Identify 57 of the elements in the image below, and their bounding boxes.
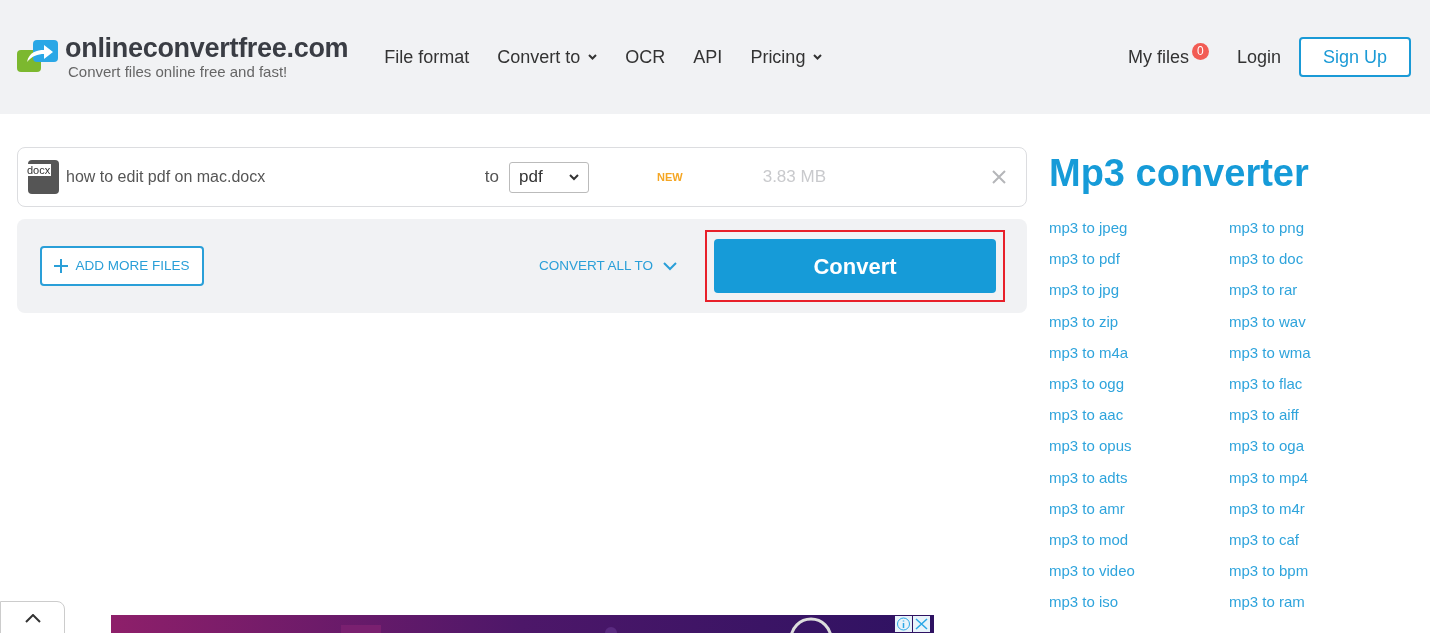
sign-up-button[interactable]: Sign Up	[1299, 37, 1411, 77]
convert-button[interactable]: Convert	[714, 239, 996, 293]
nav-link[interactable]: OCR	[625, 43, 666, 71]
nav-dropdown[interactable]: Pricing	[750, 43, 823, 71]
nav-dropdown[interactable]: Convert to	[497, 43, 598, 71]
plus-icon	[54, 259, 69, 273]
converter-link[interactable]: mp3 to ram	[1229, 586, 1305, 618]
logo-icon	[17, 40, 59, 74]
new-label: NEW	[657, 169, 683, 185]
converter-link[interactable]: mp3 to doc	[1229, 243, 1304, 275]
converter-link[interactable]: mp3 to mod	[1049, 523, 1129, 556]
converter-link[interactable]: mp3 to flac	[1229, 367, 1303, 400]
converter-link[interactable]: mp3 to jpg	[1049, 274, 1120, 306]
convert-all-to-dropdown[interactable]: CONVERT ALL TO	[538, 255, 677, 277]
tagline: Convert files online free and fast!	[68, 63, 289, 81]
file-name: how to edit pdf on mac.docx	[66, 167, 266, 187]
nav-link[interactable]: API	[693, 43, 723, 71]
converter-link[interactable]: mp3 to png	[1229, 212, 1305, 244]
converter-link[interactable]: mp3 to caf	[1229, 523, 1300, 556]
converter-link[interactable]: mp3 to rar	[1229, 274, 1298, 306]
converter-link[interactable]: mp3 to wav	[1229, 305, 1306, 337]
file-count-badge: 0	[1191, 42, 1209, 60]
info-icon[interactable]	[895, 616, 912, 632]
converter-link[interactable]: mp3 to ogg	[1049, 367, 1125, 400]
converter-link[interactable]: mp3 to zip	[1049, 305, 1119, 337]
scroll-up-button[interactable]	[0, 601, 65, 633]
converter-link[interactable]: mp3 to wma	[1229, 336, 1311, 368]
converter-link[interactable]: mp3 to mp4	[1229, 461, 1309, 493]
converter-link[interactable]: mp3 to pdf	[1049, 243, 1120, 275]
chevron-down-icon	[663, 261, 677, 271]
chevron-up-icon	[24, 613, 41, 623]
converter-link[interactable]: mp3 to amr	[1049, 492, 1125, 524]
converter-link[interactable]: mp3 to aac	[1049, 399, 1124, 431]
close-icon[interactable]	[913, 616, 930, 632]
converter-link[interactable]: mp3 to oga	[1229, 430, 1305, 462]
converter-link[interactable]: mp3 to jpeg	[1049, 212, 1128, 244]
converter-link[interactable]: mp3 to m4a	[1049, 336, 1129, 368]
add-more-files-button[interactable]: ADD MORE FILES	[40, 246, 204, 286]
converter-link[interactable]: mp3 to opus	[1049, 430, 1132, 462]
chevron-down-icon	[569, 173, 579, 181]
converter-link[interactable]: mp3 to video	[1049, 555, 1135, 587]
chevron-down-icon	[813, 54, 823, 60]
nav-link[interactable]: File format	[384, 43, 470, 71]
docx-file-icon: docx	[28, 160, 59, 194]
close-icon[interactable]	[992, 170, 1006, 184]
my-files-link[interactable]: My files 0	[1127, 43, 1209, 71]
converter-link[interactable]: mp3 to m4r	[1229, 492, 1305, 524]
converter-link[interactable]: mp3 to bpm	[1229, 555, 1309, 587]
converter-link[interactable]: mp3 to aiff	[1229, 399, 1299, 431]
login-link[interactable]: Login	[1236, 43, 1281, 71]
format-select[interactable]: pdf	[509, 161, 589, 193]
sidebar-heading: Mp3 converter	[1049, 151, 1310, 196]
to-label: to	[484, 166, 499, 189]
converter-link[interactable]: mp3 to adts	[1049, 461, 1128, 493]
chevron-down-icon	[588, 54, 598, 60]
converter-link[interactable]: mp3 to iso	[1049, 586, 1119, 618]
logo-text[interactable]: onlineconvertfree.com	[65, 33, 349, 63]
